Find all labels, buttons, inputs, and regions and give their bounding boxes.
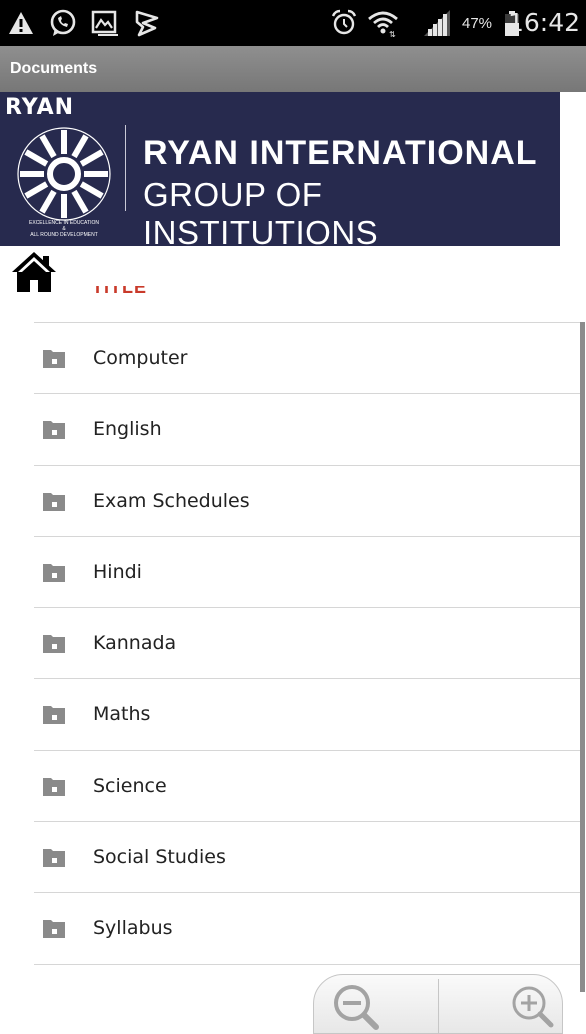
clock: 16:42 [507,8,580,37]
folder-icon [43,777,65,796]
list-item[interactable]: Science [34,751,581,823]
zoom-in-icon[interactable] [439,975,563,1034]
zoom-controls [313,974,563,1034]
list-item-label: Computer [93,347,188,369]
wifi-icon: ⇅ [368,11,398,38]
list-item[interactable]: Hindi [34,537,581,609]
school-banner: RYAN EXCELLENCE IN EDUCATION & ALL ROUND… [0,92,560,246]
folder-icon [43,492,65,511]
flipboard-icon [135,10,159,37]
list-item[interactable]: Social Studies [34,822,581,894]
page-title: Documents [10,60,98,77]
folder-icon [43,920,65,939]
gallery-icon [91,10,118,36]
list-item[interactable]: English [34,394,581,466]
folder-icon [43,849,65,868]
folder-icon [43,706,65,725]
whatsapp-icon [50,9,76,36]
list-item-label: Social Studies [93,846,226,869]
list-scrollbar[interactable] [580,322,585,992]
app-title-bar: Documents [0,46,586,92]
list-item[interactable]: Computer [34,323,581,395]
list-item-label: English [93,418,162,441]
list-item[interactable]: Syllabus [34,893,581,965]
list-item-label: Maths [93,703,151,726]
signal-icon [424,10,450,36]
home-icon[interactable] [10,248,58,296]
school-logo-emblem [17,127,111,221]
list-item-label: Syllabus [93,917,173,940]
list-item[interactable]: Maths [34,679,581,751]
list-item-label: Exam Schedules [93,489,250,512]
list-item-label: Hindi [93,560,142,583]
status-bar: ⇅ 47% 16:42 [0,0,586,46]
folder-icon [43,421,65,440]
folder-icon [43,350,65,368]
folder-icon [43,635,65,654]
zoom-out-icon[interactable] [314,975,438,1034]
folder-icon [43,563,65,582]
list-item[interactable]: Exam Schedules [34,466,581,537]
logo-motto: EXCELLENCE IN EDUCATION & ALL ROUND DEVE… [29,220,99,238]
battery-percent: 47% [462,15,493,32]
document-folder-list: Computer English Exam Schedules Hindi Kannad… [34,322,581,965]
banner-divider [125,125,126,211]
warning-icon [9,12,33,34]
list-item-label: Science [93,774,167,797]
org-subtitle: GROUP OF INSTITUTIONS [143,176,379,246]
alarm-icon [331,9,357,35]
svg-text:⇅: ⇅ [389,30,396,38]
list-header: TITLE [92,286,147,297]
list-item[interactable]: Kannada [34,608,581,680]
org-name: RYAN INTERNATIONAL [143,134,538,172]
logo-wordmark: RYAN [5,95,75,120]
list-item-label: Kannada [93,632,177,655]
